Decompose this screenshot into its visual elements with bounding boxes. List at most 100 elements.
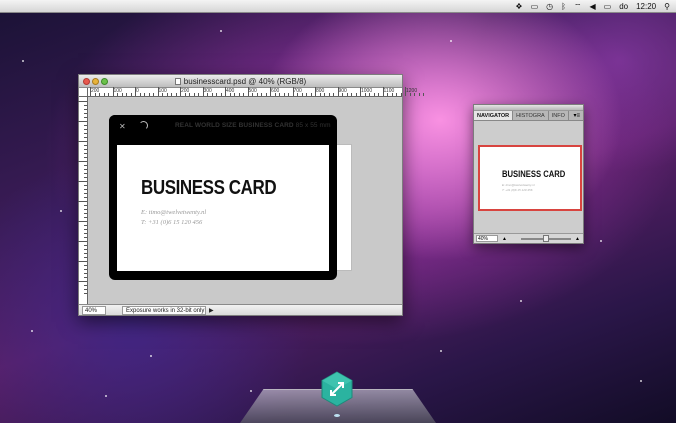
ruler-tick bbox=[193, 93, 195, 96]
ruler-tick bbox=[84, 245, 87, 246]
ruler-tick bbox=[342, 93, 343, 96]
ruler-tick bbox=[423, 93, 424, 96]
status-info[interactable]: Exposure works in 32-bit only bbox=[122, 305, 206, 315]
business-card[interactable] bbox=[117, 145, 329, 271]
ruler-tick bbox=[78, 101, 87, 102]
vertical-ruler[interactable] bbox=[78, 97, 88, 304]
ruler-origin[interactable] bbox=[79, 88, 88, 97]
ruler-tick bbox=[84, 113, 87, 114]
ruler-tick bbox=[84, 205, 87, 206]
ruler-tick bbox=[162, 93, 163, 96]
card-title: BUSINESS CARD bbox=[141, 177, 277, 199]
status-menu-arrow-icon[interactable]: ▶ bbox=[209, 307, 214, 314]
ruler-tick bbox=[261, 93, 262, 96]
ruler-tick bbox=[328, 93, 330, 96]
ruler-tick bbox=[418, 93, 420, 96]
menubar-day[interactable]: do bbox=[619, 2, 628, 11]
ruler-tick-label: 1100 bbox=[383, 88, 395, 94]
ruler-tick bbox=[108, 93, 109, 96]
volume-icon[interactable]: ◀ bbox=[589, 0, 595, 13]
battery-icon[interactable]: ▭ bbox=[604, 0, 612, 13]
ruler-tick bbox=[360, 87, 361, 96]
close-window-button[interactable] bbox=[83, 78, 90, 85]
bluetooth-icon[interactable]: ᛒ bbox=[561, 0, 566, 13]
navigator-panel: NAVIGATOR HISTOGRA INFO ▾≡ BUSINESS CARD… bbox=[473, 104, 584, 244]
ruler-tick bbox=[333, 93, 334, 96]
ruler-tick bbox=[84, 145, 87, 146]
ruler-tick bbox=[288, 93, 289, 96]
tab-histogram[interactable]: HISTOGRA bbox=[513, 111, 549, 120]
ruler-tick bbox=[84, 269, 87, 270]
card-email: E: timo@twelvetwenty.nl bbox=[141, 209, 207, 216]
ruler-tick bbox=[90, 87, 91, 96]
ruler-tick bbox=[283, 93, 285, 96]
zoom-window-button[interactable] bbox=[101, 78, 108, 85]
panel-menu-icon[interactable]: ▾≡ bbox=[573, 111, 583, 120]
navigator-zoom-field[interactable]: 40% bbox=[476, 235, 498, 242]
ruler-tick bbox=[175, 93, 177, 96]
ruler-tick bbox=[225, 87, 226, 96]
overlay-label: REAL WORLD SIZE BUSINESS CARD 85 x 55 mm bbox=[175, 122, 331, 129]
ruler-tick-label: 1200 bbox=[406, 88, 418, 94]
zoom-out-icon[interactable]: ▲ bbox=[502, 236, 507, 242]
ruler-tick bbox=[78, 221, 87, 222]
ruler-tick bbox=[84, 137, 87, 138]
ruler-tick bbox=[78, 141, 87, 142]
ruler-tick bbox=[103, 93, 105, 96]
ruler-tick bbox=[310, 93, 312, 96]
overlay-close-icon[interactable]: ✕ bbox=[119, 122, 126, 131]
wifi-icon[interactable]: ⌔ bbox=[574, 0, 582, 13]
ruler-tick bbox=[396, 93, 397, 96]
ruler-tick bbox=[84, 173, 87, 174]
expand-arrows-icon[interactable] bbox=[319, 371, 355, 407]
zoom-slider-knob[interactable] bbox=[542, 234, 549, 242]
timemachine-icon[interactable]: ◷ bbox=[546, 0, 553, 13]
ruler-tick bbox=[84, 129, 87, 130]
ruler-tick bbox=[409, 93, 411, 96]
ruler-tick bbox=[346, 93, 348, 96]
ruler-tick bbox=[94, 93, 96, 96]
ruler-tick bbox=[364, 93, 366, 96]
preview-email: E: timo@twelvetwenty.nl bbox=[502, 183, 535, 187]
ruler-tick-label: 0 bbox=[136, 88, 139, 94]
ruler-tick bbox=[84, 165, 87, 166]
ruler-tick bbox=[211, 93, 213, 96]
ruler-tick bbox=[84, 169, 87, 170]
panel-tabs: NAVIGATOR HISTOGRA INFO ▾≡ bbox=[474, 111, 583, 121]
ruler-tick bbox=[319, 93, 321, 96]
ruler-tick bbox=[157, 87, 159, 96]
window-title: businesscard.psd @ 40% (RGB/8) bbox=[183, 77, 307, 86]
spotlight-icon[interactable]: ⚲ bbox=[664, 0, 670, 13]
ruler-tick bbox=[84, 213, 87, 214]
ruler-tick bbox=[84, 265, 87, 266]
ruler-tick bbox=[84, 193, 87, 194]
ruler-tick bbox=[135, 87, 136, 96]
ruler-tick bbox=[84, 153, 87, 154]
ruler-tick bbox=[99, 93, 100, 96]
horizontal-ruler[interactable]: 200 100 0 100 200 300 400 500 600 700 800 900 1000 11… bbox=[88, 87, 424, 97]
ruler-tick bbox=[292, 87, 294, 96]
display-icon[interactable]: ▭ bbox=[531, 0, 539, 13]
minimize-window-button[interactable] bbox=[92, 78, 99, 85]
ruler-tick bbox=[166, 93, 168, 96]
navigator-preview[interactable]: BUSINESS CARD E: timo@twelvetwenty.nl T:… bbox=[478, 145, 582, 211]
zoom-slider[interactable] bbox=[520, 234, 571, 242]
window-titlebar[interactable]: businesscard.psd @ 40% (RGB/8) bbox=[79, 75, 402, 88]
ruler-tick bbox=[126, 93, 127, 96]
ruler-tick bbox=[84, 157, 87, 158]
ruler-tick bbox=[184, 93, 186, 96]
ruler-tick bbox=[189, 93, 190, 96]
ruler-tick bbox=[180, 87, 181, 96]
menubar-clock[interactable]: 12:20 bbox=[636, 2, 656, 11]
ruler-tick bbox=[243, 93, 244, 96]
zoom-in-icon[interactable]: ▲ bbox=[575, 236, 580, 242]
ruler-tick bbox=[84, 233, 87, 234]
ruler-tick bbox=[247, 87, 249, 96]
zoom-field[interactable]: 40% bbox=[82, 305, 106, 315]
evernote-icon[interactable]: ❖ bbox=[515, 0, 522, 13]
tab-navigator[interactable]: NAVIGATOR bbox=[474, 111, 514, 120]
ruler-tick bbox=[414, 93, 415, 96]
tab-info[interactable]: INFO bbox=[549, 111, 569, 120]
overlay-rotate-icon[interactable] bbox=[139, 121, 148, 130]
ruler-tick bbox=[84, 273, 87, 274]
